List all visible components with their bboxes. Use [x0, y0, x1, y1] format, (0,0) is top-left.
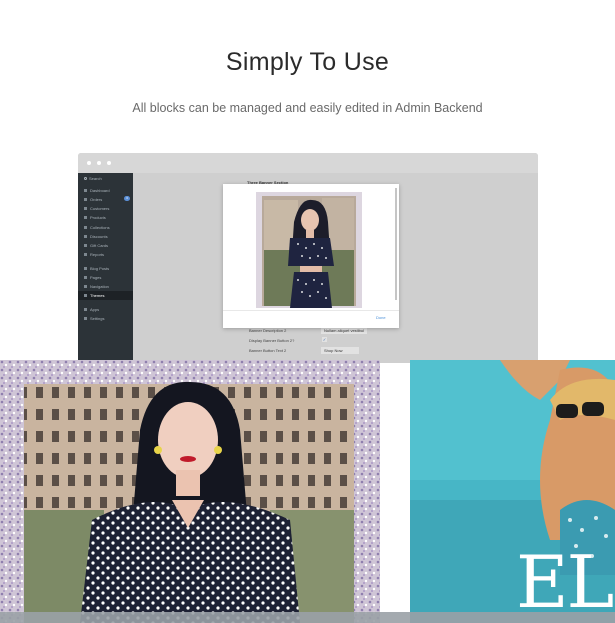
model-photo-left — [0, 360, 380, 623]
sidebar-search[interactable]: Search — [84, 176, 102, 181]
modal-scrollbar[interactable] — [395, 188, 397, 300]
form-label: Display Banner Button 2? — [249, 338, 295, 343]
sidebar-item-dashboard[interactable]: Dashboard — [84, 188, 110, 193]
sidebar-item-label: Themes — [90, 293, 105, 298]
sidebar-item-apps[interactable]: Apps — [84, 307, 99, 312]
bottom-overlay-bar — [0, 612, 615, 623]
sidebar-item-pages[interactable]: Pages — [84, 275, 101, 280]
nav-icon — [84, 235, 87, 239]
nav-icon — [84, 198, 87, 202]
sidebar-item-label: Discounts — [90, 234, 108, 239]
sidebar-item-discounts[interactable]: Discounts — [84, 234, 108, 239]
sidebar-search-label: Search — [89, 176, 102, 181]
model-photo-left-image — [0, 360, 380, 623]
nav-icon — [84, 216, 87, 220]
nav-icon — [84, 267, 87, 271]
done-button[interactable]: Done — [376, 315, 386, 320]
sidebar-item-label: Reports — [90, 252, 105, 257]
window-dot-icon — [87, 161, 91, 165]
modal-image — [256, 192, 362, 308]
window-titlebar — [78, 153, 538, 173]
sidebar-item-label: Orders — [90, 197, 103, 202]
nav-icon — [84, 317, 87, 321]
sidebar-item-label: Apps — [90, 307, 100, 312]
form-input[interactable]: Nullam aliquet vestibul — [321, 327, 368, 334]
model-photo-thumbnail — [256, 192, 362, 308]
page-subtitle: All blocks can be managed and easily edi… — [132, 101, 483, 115]
window-dot-icon — [107, 161, 111, 165]
nav-icon — [84, 276, 87, 280]
orders-count-badge: 3 — [124, 196, 130, 201]
display-button-checkbox[interactable]: ✓ — [322, 337, 327, 342]
sidebar-item-blog-posts[interactable]: Blog Posts — [84, 266, 109, 271]
sidebar-item-label: Settings — [90, 316, 105, 321]
nav-icon — [84, 285, 87, 289]
nav-icon — [84, 189, 87, 193]
form-label: Banner Description 2 — [249, 328, 287, 333]
sidebar-item-themes[interactable]: Themes — [78, 291, 133, 300]
sidebar-item-label: Dashboard — [90, 188, 110, 193]
sidebar-item-label: Pages — [90, 275, 102, 280]
sidebar-item-products[interactable]: Products — [84, 215, 106, 220]
sidebar-item-collections[interactable]: Collections — [84, 225, 110, 230]
page-title: Simply To Use — [225, 48, 390, 76]
modal-divider — [223, 310, 399, 311]
sidebar-item-orders[interactable]: Orders — [84, 197, 102, 202]
window-dot-icon — [97, 161, 101, 165]
sidebar-item-reports[interactable]: Reports — [84, 252, 104, 257]
nav-icon — [84, 244, 87, 248]
model-photo-right: ELI — [410, 360, 615, 623]
nav-icon — [84, 207, 87, 211]
nav-icon — [84, 253, 87, 257]
nav-icon — [84, 308, 87, 312]
sidebar-item-label: Collections — [90, 225, 110, 230]
sidebar-item-navigation[interactable]: Navigation — [84, 284, 109, 289]
search-icon — [84, 177, 87, 181]
magazine-logo: ELI — [516, 540, 615, 623]
sidebar-item-gift-cards[interactable]: Gift Cards — [84, 243, 108, 248]
sidebar-item-label: Customers — [90, 206, 110, 211]
sidebar-item-label: Gift Cards — [90, 243, 109, 248]
nav-icon — [84, 294, 87, 298]
form-label: Banner Button Text 2 — [249, 348, 287, 353]
form-input[interactable]: Shop Now — [321, 347, 359, 354]
nav-icon — [84, 226, 87, 230]
sidebar-item-label: Blog Posts — [90, 266, 110, 271]
sidebar-item-label: Navigation — [90, 284, 109, 289]
sidebar-item-label: Products — [90, 215, 106, 220]
sidebar-item-settings[interactable]: Settings — [84, 316, 104, 321]
sidebar-item-customers[interactable]: Customers — [84, 206, 109, 211]
